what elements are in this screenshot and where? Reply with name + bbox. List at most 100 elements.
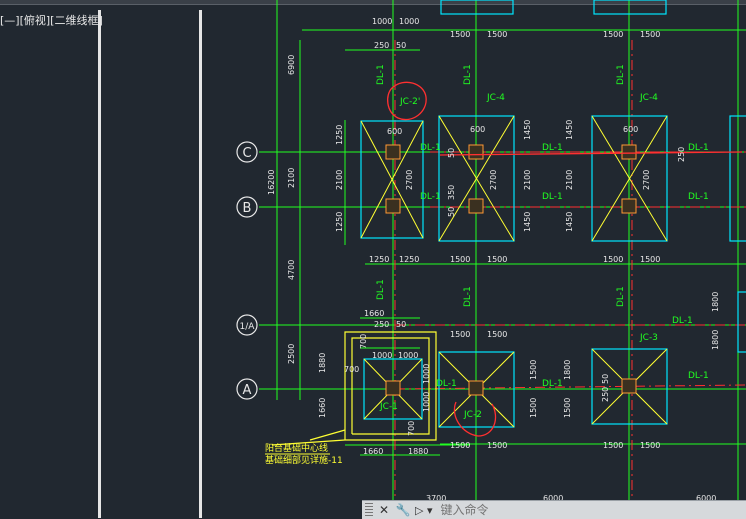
svg-text:2100: 2100 xyxy=(565,170,574,190)
svg-text:1500: 1500 xyxy=(640,441,660,450)
svg-text:1500: 1500 xyxy=(603,255,623,264)
svg-text:50: 50 xyxy=(447,148,456,158)
svg-text:2100: 2100 xyxy=(287,168,296,188)
svg-text:1500: 1500 xyxy=(603,441,623,450)
svg-text:1000: 1000 xyxy=(422,392,431,412)
svg-text:C: C xyxy=(242,146,251,161)
svg-text:2100: 2100 xyxy=(523,170,532,190)
svg-text:DL-1: DL-1 xyxy=(463,286,473,307)
svg-text:1500: 1500 xyxy=(450,255,470,264)
svg-text:DL-1: DL-1 xyxy=(542,143,563,153)
svg-text:50: 50 xyxy=(396,320,406,329)
dimension-texts: 1000 1000 250 50 1500 1500 1500 1500 690… xyxy=(267,17,720,503)
svg-text:1000: 1000 xyxy=(398,351,418,360)
svg-text:4700: 4700 xyxy=(287,260,296,280)
svg-text:阳台基础中心线: 阳台基础中心线 xyxy=(265,442,328,454)
svg-text:A: A xyxy=(243,383,252,398)
svg-text:DL-1: DL-1 xyxy=(616,286,626,307)
svg-text:JC-1: JC-1 xyxy=(379,402,398,412)
svg-text:JC-2: JC-2 xyxy=(463,410,482,420)
svg-text:1450: 1450 xyxy=(565,212,574,232)
svg-text:DL-1: DL-1 xyxy=(672,316,693,326)
svg-text:DL-1: DL-1 xyxy=(376,64,386,85)
svg-text:DL-1: DL-1 xyxy=(420,143,441,153)
svg-text:600: 600 xyxy=(470,125,485,134)
svg-text:1450: 1450 xyxy=(565,120,574,140)
close-icon[interactable]: ✕ xyxy=(376,502,392,518)
svg-text:DL-1: DL-1 xyxy=(688,192,709,202)
svg-text:250: 250 xyxy=(374,41,389,50)
svg-text:1250: 1250 xyxy=(399,255,419,264)
svg-text:2100: 2100 xyxy=(335,170,344,190)
svg-text:JC-2': JC-2' xyxy=(399,97,420,107)
svg-text:1500: 1500 xyxy=(640,255,660,264)
axis-bubble-b: B xyxy=(236,196,258,218)
svg-text:DL-1: DL-1 xyxy=(542,192,563,202)
svg-text:DL-1: DL-1 xyxy=(436,379,457,389)
svg-text:1500: 1500 xyxy=(487,330,507,339)
svg-text:DL-1: DL-1 xyxy=(688,371,709,381)
svg-text:700: 700 xyxy=(344,365,359,374)
viewport-divider-1[interactable] xyxy=(98,10,101,518)
svg-text:2700: 2700 xyxy=(642,170,651,190)
command-prompt-icon[interactable]: ▷ ▾ xyxy=(415,504,432,517)
svg-text:基础细部见详施-11: 基础细部见详施-11 xyxy=(265,454,343,466)
svg-text:1500: 1500 xyxy=(450,330,470,339)
svg-text:1500: 1500 xyxy=(450,441,470,450)
svg-text:1450: 1450 xyxy=(523,120,532,140)
svg-text:1500: 1500 xyxy=(603,30,623,39)
svg-text:1660: 1660 xyxy=(363,447,383,456)
svg-text:1660: 1660 xyxy=(318,398,327,418)
svg-text:1450: 1450 xyxy=(523,212,532,232)
command-line-bar: ✕ 🔧 ▷ ▾ xyxy=(362,500,746,519)
svg-text:1250: 1250 xyxy=(335,125,344,145)
svg-text:DL-1: DL-1 xyxy=(420,192,441,202)
svg-text:1250: 1250 xyxy=(369,255,389,264)
svg-text:600: 600 xyxy=(387,127,402,136)
svg-text:2700: 2700 xyxy=(405,170,414,190)
svg-text:50: 50 xyxy=(396,41,406,50)
wrench-icon[interactable]: 🔧 xyxy=(395,502,411,518)
svg-text:6900: 6900 xyxy=(287,55,296,75)
viewport-divider-2[interactable] xyxy=(199,10,202,518)
svg-text:1250: 1250 xyxy=(335,212,344,232)
svg-text:DL-1: DL-1 xyxy=(463,64,473,85)
svg-text:250: 250 xyxy=(601,387,610,402)
svg-text:1660: 1660 xyxy=(364,309,384,318)
svg-text:50: 50 xyxy=(601,374,610,384)
axis-bubble-a: A xyxy=(236,378,258,400)
svg-text:1/A: 1/A xyxy=(240,322,256,332)
svg-text:600: 600 xyxy=(623,125,638,134)
svg-text:1880: 1880 xyxy=(318,353,327,373)
grip-handle-icon[interactable] xyxy=(365,503,373,517)
svg-text:1000: 1000 xyxy=(372,17,392,26)
center-lines xyxy=(394,40,746,500)
command-input[interactable] xyxy=(438,502,643,518)
svg-text:1500: 1500 xyxy=(487,441,507,450)
axis-bubble-c: C xyxy=(236,141,258,163)
svg-text:50: 50 xyxy=(447,207,456,217)
svg-text:1500: 1500 xyxy=(529,360,538,380)
svg-text:1500: 1500 xyxy=(450,30,470,39)
cad-drawing-canvas[interactable]: C B 1/A A 1000 1000 250 50 1500 1500 150… xyxy=(0,0,746,518)
svg-text:1500: 1500 xyxy=(529,398,538,418)
svg-text:700: 700 xyxy=(407,421,416,436)
svg-text:JC-3: JC-3 xyxy=(639,333,658,343)
svg-text:250: 250 xyxy=(677,147,686,162)
svg-text:1000: 1000 xyxy=(399,17,419,26)
axis-bubbles: C B 1/A A xyxy=(236,141,258,400)
svg-text:JC-4: JC-4 xyxy=(486,93,505,103)
viewport-label[interactable]: [—][俯视][二维线框] xyxy=(0,14,103,28)
svg-text:1800: 1800 xyxy=(563,360,572,380)
svg-text:1800: 1800 xyxy=(711,292,720,312)
svg-text:1500: 1500 xyxy=(563,398,572,418)
svg-text:2500: 2500 xyxy=(287,344,296,364)
svg-text:DL-1: DL-1 xyxy=(688,143,709,153)
balcony-notes: 阳台基础中心线 基础细部见详施-11 xyxy=(265,442,343,466)
svg-text:DL-1: DL-1 xyxy=(616,64,626,85)
svg-text:1500: 1500 xyxy=(487,30,507,39)
svg-text:700: 700 xyxy=(359,334,368,349)
svg-text:1000: 1000 xyxy=(422,364,431,384)
svg-text:DL-1: DL-1 xyxy=(542,379,563,389)
axis-bubble-1a: 1/A xyxy=(236,314,258,336)
